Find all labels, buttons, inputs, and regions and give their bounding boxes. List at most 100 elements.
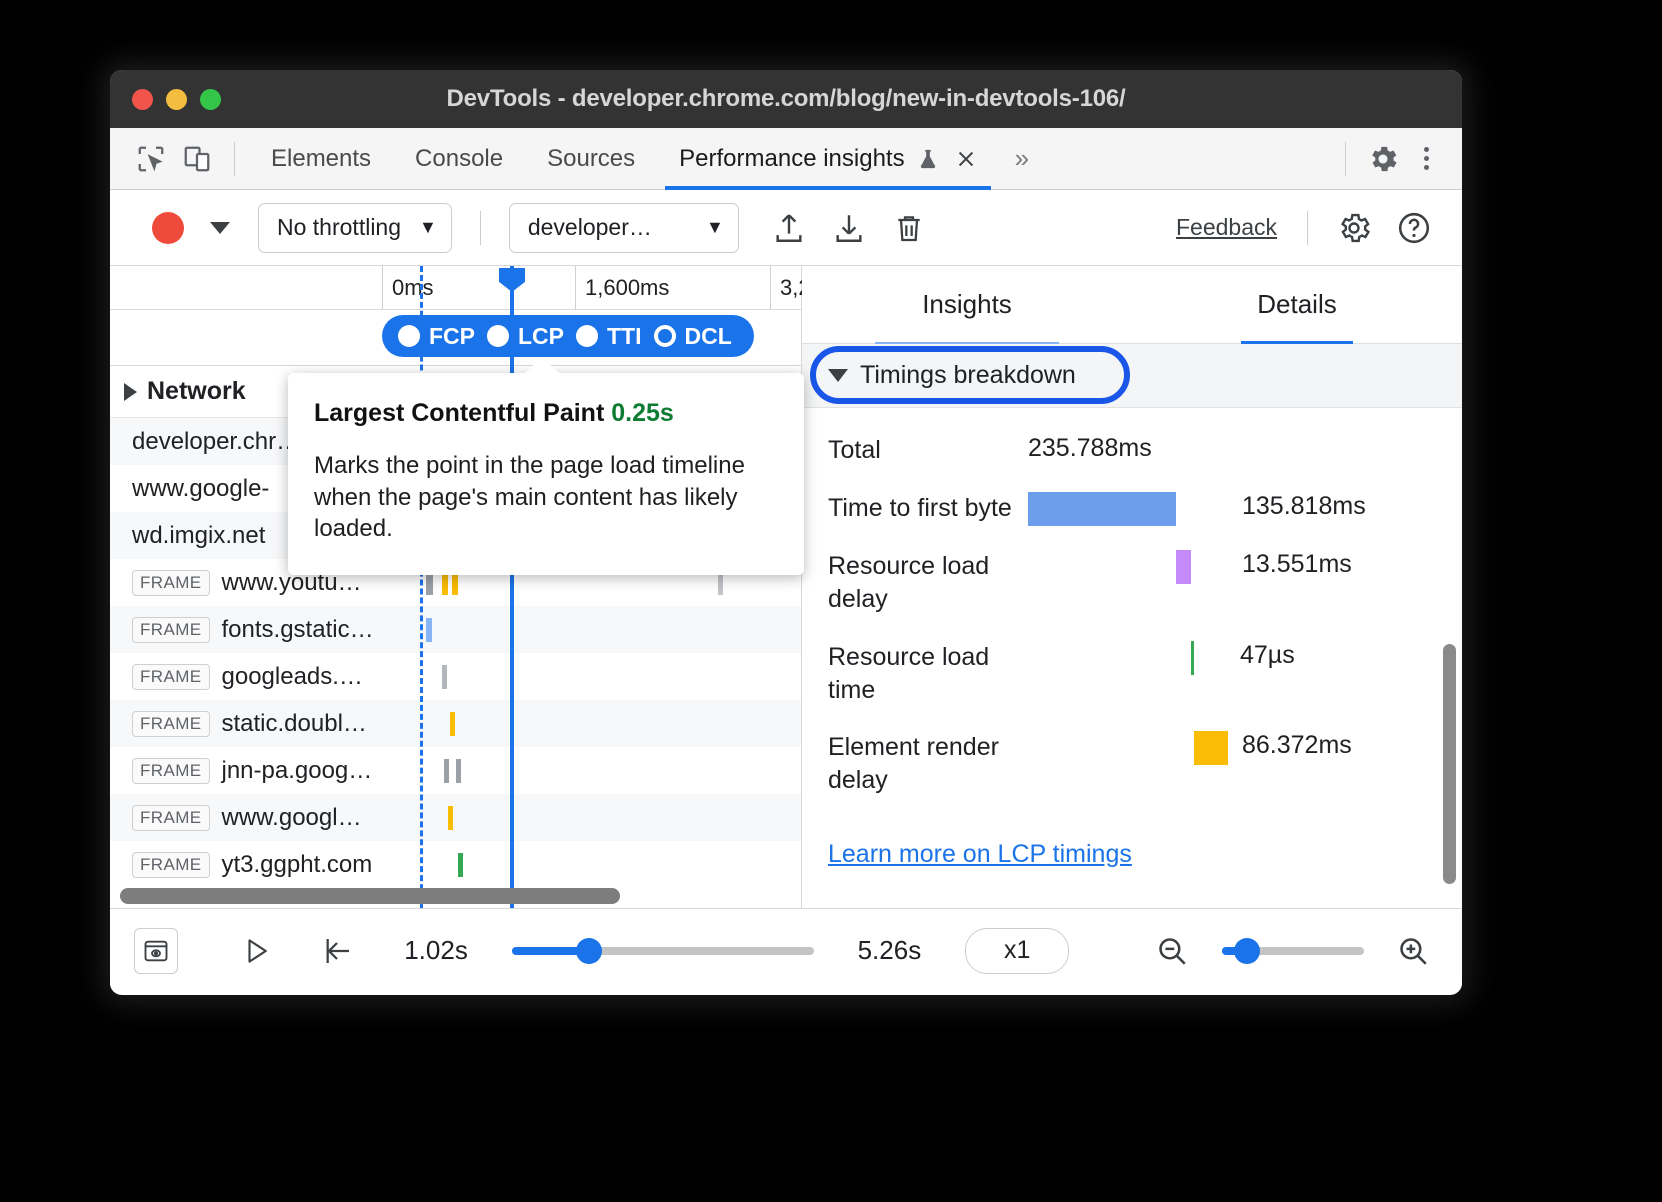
timeline-marker-pill[interactable]: FCP LCP TTI DCL <box>382 315 754 357</box>
tab-insights[interactable]: Insights <box>802 266 1132 344</box>
timings-row-label: Resource load time <box>828 641 1028 708</box>
network-row-name: yt3.ggpht.com <box>222 851 373 879</box>
gear-icon[interactable] <box>1360 138 1406 180</box>
throttling-value: No throttling <box>277 214 401 241</box>
details-vertical-scrollbar[interactable] <box>1443 644 1456 884</box>
network-row[interactable]: FRAME fonts.gstatic… <box>110 606 801 653</box>
record-options-caret[interactable] <box>210 222 230 234</box>
request-bar <box>426 618 432 642</box>
dcl-bullet-icon <box>654 325 676 347</box>
zoom-in-icon[interactable] <box>1388 923 1438 979</box>
tab-details[interactable]: Details <box>1132 266 1462 344</box>
target-select[interactable]: developer… ▼ <box>509 203 739 253</box>
more-tabs-button[interactable]: » <box>999 143 1045 174</box>
timings-row-label: Resource load delay <box>828 550 1028 617</box>
request-bar <box>450 712 455 736</box>
window-end-time: 5.26s <box>858 935 922 966</box>
timeline-ruler: 0ms 1,600ms 3,2 <box>110 266 801 310</box>
timeline-range-slider[interactable] <box>512 947 814 955</box>
network-row-name: wd.imgix.net <box>132 522 265 550</box>
tab-elements[interactable]: Elements <box>249 128 393 190</box>
tab-console[interactable]: Console <box>393 128 525 190</box>
timings-bar-element-render-delay <box>1194 731 1228 765</box>
upload-icon[interactable] <box>761 202 817 254</box>
marker-lcp[interactable]: LCP <box>487 323 564 350</box>
device-toolbar-icon[interactable] <box>174 138 220 180</box>
tab-sources-label: Sources <box>547 145 635 173</box>
tab-details-label: Details <box>1257 289 1336 320</box>
network-row-track <box>400 606 801 653</box>
network-row[interactable]: FRAME yt3.ggpht.com <box>110 841 801 888</box>
tooltip-body: Marks the point in the page load timelin… <box>314 450 778 545</box>
throttling-select[interactable]: No throttling ▼ <box>258 203 452 253</box>
timings-row-bar-cell <box>1028 492 1228 526</box>
tab-elements-label: Elements <box>271 145 371 173</box>
learn-more-lcp-link[interactable]: Learn more on LCP timings <box>802 840 1132 869</box>
horizontal-scrollbar[interactable] <box>120 888 620 904</box>
request-bar <box>458 853 463 877</box>
timings-row-resource-load-time: Resource load time 47µs <box>802 629 1462 720</box>
marker-fcp[interactable]: FCP <box>398 323 475 350</box>
close-window-button[interactable] <box>132 89 153 110</box>
minimize-window-button[interactable] <box>166 89 187 110</box>
network-row[interactable]: FRAME www.googl… <box>110 794 801 841</box>
tab-console-label: Console <box>415 145 503 173</box>
filmstrip-icon[interactable] <box>134 928 178 974</box>
network-row-name: www.google- <box>132 475 269 503</box>
network-row[interactable]: FRAME static.doubl… <box>110 700 801 747</box>
download-icon[interactable] <box>821 202 877 254</box>
playback-speed-button[interactable]: x1 <box>965 928 1069 974</box>
request-bar <box>456 759 461 783</box>
timings-row-bar-cell <box>1028 731 1228 765</box>
zoom-slider-knob[interactable] <box>1234 938 1260 964</box>
timings-row-ttfb: Time to first byte 135.818ms <box>802 480 1462 538</box>
timings-row-bar-cell <box>1028 550 1228 584</box>
feedback-link[interactable]: Feedback <box>1176 214 1289 241</box>
playhead-line[interactable] <box>510 266 514 908</box>
marker-tti[interactable]: TTI <box>576 323 642 350</box>
timings-row-label: Element render delay <box>828 731 1028 798</box>
performance-toolbar: No throttling ▼ developer… ▼ <box>110 190 1462 266</box>
devtools-tabstrip: Elements Console Sources Performance ins… <box>110 128 1462 190</box>
timings-row-value: 47µs <box>1228 641 1295 670</box>
range-slider-knob[interactable] <box>576 938 602 964</box>
tab-performance-insights[interactable]: Performance insights <box>657 128 998 190</box>
timings-row-label: Time to first byte <box>828 492 1028 525</box>
frame-badge: FRAME <box>132 711 210 737</box>
network-row[interactable]: FRAME jnn-pa.goog… <box>110 747 801 794</box>
kebab-menu-icon[interactable] <box>1406 147 1446 170</box>
network-row-track <box>400 747 801 794</box>
chevron-right-icon <box>124 383 137 401</box>
zoom-slider[interactable] <box>1222 947 1364 955</box>
gear-icon-toolbar[interactable] <box>1326 202 1382 254</box>
zoom-out-icon[interactable] <box>1147 923 1197 979</box>
experiment-flask-icon <box>917 147 939 171</box>
request-bar <box>448 806 453 830</box>
timings-breakdown-header[interactable]: Timings breakdown <box>802 344 1462 408</box>
jump-to-start-icon[interactable] <box>312 923 362 979</box>
devtools-window: DevTools - developer.chrome.com/blog/new… <box>110 70 1462 995</box>
playback-toolbar: 1.02s 5.26s x1 <box>110 908 1462 992</box>
help-icon[interactable] <box>1386 202 1442 254</box>
network-row-name: googleads.… <box>222 663 363 691</box>
network-row-track <box>400 794 801 841</box>
frame-badge: FRAME <box>132 664 210 690</box>
tab-sources[interactable]: Sources <box>525 128 657 190</box>
record-button[interactable] <box>152 212 184 244</box>
network-row[interactable]: FRAME googleads.… <box>110 653 801 700</box>
inspect-icon[interactable] <box>128 138 174 180</box>
chevron-down-icon: ▼ <box>419 217 437 238</box>
network-row-name: www.googl… <box>222 804 362 832</box>
timings-row-value: 86.372ms <box>1228 731 1352 760</box>
timings-row-bar-cell <box>1028 641 1228 675</box>
zoom-window-button[interactable] <box>200 89 221 110</box>
close-icon[interactable] <box>955 148 977 170</box>
marker-dcl[interactable]: DCL <box>654 323 732 350</box>
timings-breakdown-label: Timings breakdown <box>860 361 1076 390</box>
network-row-track <box>400 700 801 747</box>
trash-icon[interactable] <box>881 202 937 254</box>
screenshot-root: DevTools - developer.chrome.com/blog/new… <box>0 0 1662 1202</box>
timings-row-element-render-delay: Element render delay 86.372ms <box>802 719 1462 810</box>
play-icon[interactable] <box>232 923 282 979</box>
toolbar-divider-2 <box>480 211 481 245</box>
